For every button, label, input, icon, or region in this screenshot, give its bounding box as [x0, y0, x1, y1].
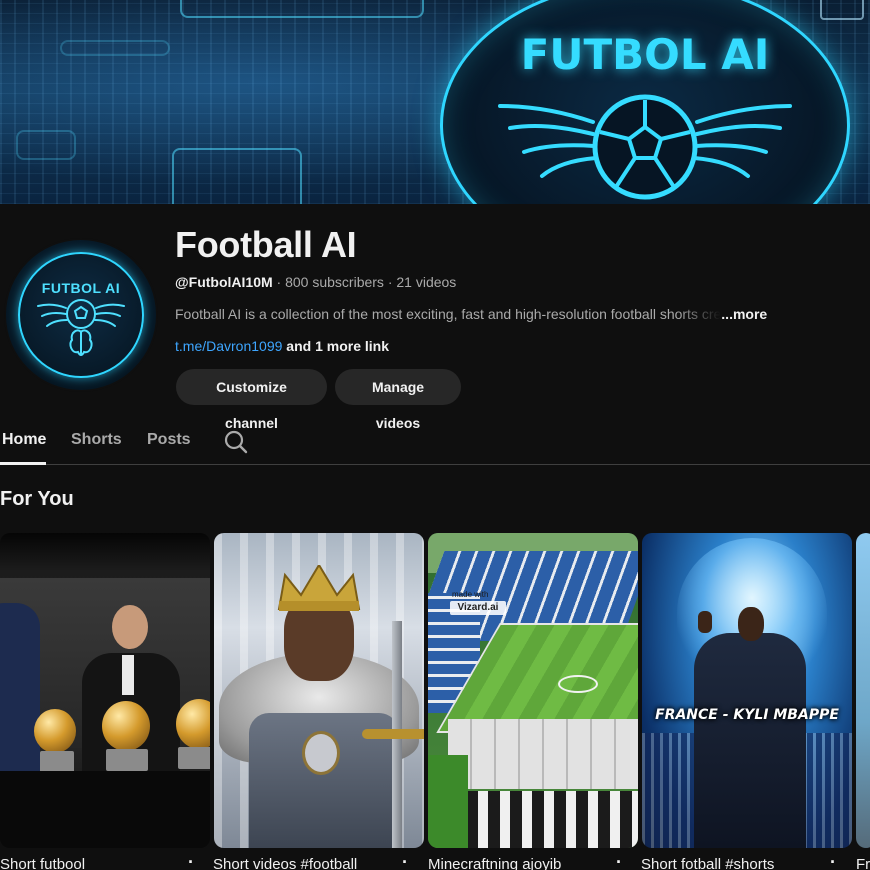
more-options-icon[interactable]: · — [616, 852, 622, 870]
short-thumbnail[interactable] — [856, 533, 870, 848]
channel-stats: · 800 subscribers · 21 videos — [272, 274, 457, 290]
trophy-base — [178, 747, 210, 769]
channel-banner: FUTBOL AI — [0, 0, 870, 204]
tab-posts[interactable]: Posts — [147, 431, 191, 449]
short-title[interactable]: Short futbool — [0, 856, 85, 870]
active-tab-indicator — [0, 462, 46, 465]
trophy-base — [106, 749, 148, 771]
short-thumbnail[interactable] — [0, 533, 210, 848]
section-title-for-you: For You — [0, 488, 74, 510]
channel-link-telegram[interactable]: t.me/Davron1099 — [175, 338, 282, 354]
channel-title: Football AI — [175, 224, 357, 265]
thumbnail-shirt — [122, 655, 134, 695]
thumbnail-grass — [428, 755, 468, 848]
banner-emblem-title: FUTBOL AI — [520, 30, 770, 79]
banner-hud-frame — [16, 130, 76, 160]
banner-hud-frame — [172, 148, 302, 204]
short-title[interactable]: Fr — [856, 856, 870, 870]
channel-meta: @FutbolAI10M · 800 subscribers · 21 vide… — [175, 274, 456, 290]
thumbnail-club-crest — [302, 731, 340, 775]
short-thumbnail[interactable]: FRANCE - KYLI MBAPPE — [642, 533, 852, 848]
thumbnail-center-circle — [558, 675, 598, 693]
search-icon[interactable] — [223, 429, 249, 455]
channel-handle: @FutbolAI10M — [175, 274, 273, 290]
golden-ball-trophy — [34, 709, 76, 753]
short-title[interactable]: Minecraftning ajoyib — [428, 856, 561, 870]
more-links-button[interactable]: and 1 more link — [282, 338, 389, 354]
thumbnail-caption: FRANCE - KYLI MBAPPE — [655, 707, 839, 723]
short-thumbnail[interactable]: made with Vizard.ai — [428, 533, 638, 848]
banner-corner-frame — [820, 0, 864, 20]
tab-shorts[interactable]: Shorts — [71, 431, 122, 449]
golden-ball-trophy — [102, 701, 150, 751]
thumbnail-waving-hand — [698, 611, 712, 633]
tab-home[interactable]: Home — [2, 431, 46, 449]
thumbnail-desk — [0, 771, 210, 848]
banner-hud-frame — [60, 40, 170, 56]
channel-links: t.me/Davron1099 and 1 more link — [175, 338, 389, 354]
thumbnail-wall — [448, 719, 638, 789]
short-title[interactable]: Short videos #football — [213, 856, 357, 870]
thumbnail-player-head — [738, 607, 764, 641]
winged-ball-brain-icon — [37, 299, 125, 356]
vizard-watermark: Vizard.ai — [450, 601, 506, 615]
avatar-logo-text: FUTBOL AI — [41, 280, 121, 296]
customize-channel-button[interactable]: Customize channel — [176, 369, 327, 431]
short-thumbnail[interactable] — [214, 533, 424, 848]
more-options-icon[interactable]: · — [402, 852, 408, 870]
thumbnail-windows — [456, 791, 638, 848]
thumbnail-sword-hilt — [362, 729, 424, 739]
thumbnail-player-coat — [694, 633, 806, 848]
channel-avatar[interactable]: FUTBOL AI — [6, 240, 156, 390]
description-more-link[interactable]: ...more — [721, 306, 767, 322]
thumbnail-head — [112, 605, 148, 649]
trophy-base — [40, 751, 74, 773]
channel-description[interactable]: Football AI is a collection of the most … — [175, 306, 775, 322]
winged-ball-icon — [498, 94, 792, 200]
banner-hud-frame — [180, 0, 424, 18]
crown-icon — [277, 565, 361, 611]
more-options-icon[interactable]: · — [188, 852, 194, 870]
more-options-icon[interactable]: · — [830, 852, 836, 870]
channel-tabs: Home Shorts Posts — [0, 420, 870, 465]
short-title[interactable]: Short fotball #shorts — [641, 856, 774, 870]
watermark-label: made with — [452, 590, 489, 599]
manage-videos-button[interactable]: Manage videos — [335, 369, 461, 431]
description-text: Football AI is a collection of the most … — [175, 306, 722, 322]
